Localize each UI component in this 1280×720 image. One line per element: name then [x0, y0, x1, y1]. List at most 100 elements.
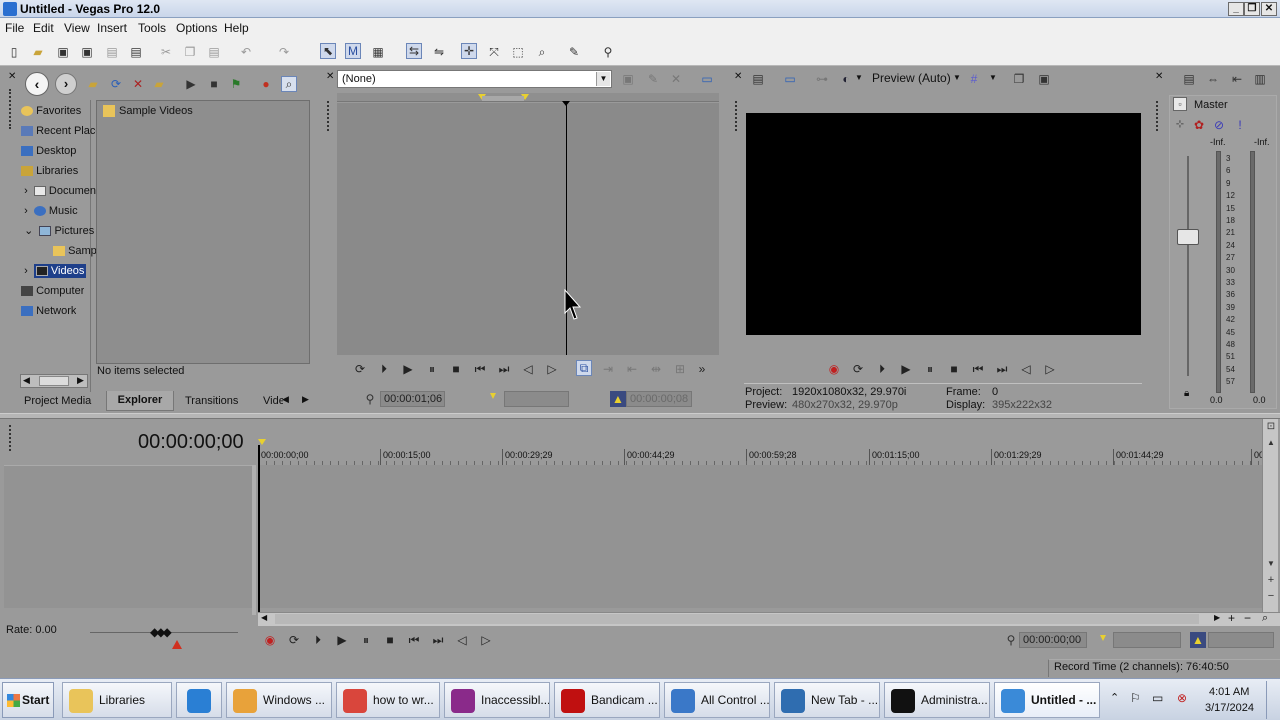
- go-to-end-icon[interactable]: ⏭: [430, 632, 446, 648]
- go-to-start-icon[interactable]: ⏮: [472, 361, 488, 377]
- menu-help[interactable]: Help: [224, 21, 249, 35]
- ignore-grouping-icon[interactable]: ⬚: [510, 44, 526, 60]
- go-to-end-icon[interactable]: ⏭: [496, 361, 512, 377]
- tab-scroll-right-icon[interactable]: ▶: [302, 394, 309, 405]
- new-folder-icon[interactable]: ▰: [151, 76, 167, 92]
- mixer-properties-icon[interactable]: ▤: [1181, 71, 1197, 87]
- save-as-icon[interactable]: ▣: [79, 44, 95, 60]
- preview-quality-chevron-icon[interactable]: ▼: [953, 73, 961, 82]
- solo-icon[interactable]: ⊘: [1211, 117, 1227, 133]
- trimmer-canvas[interactable]: [337, 103, 719, 355]
- whats-this-icon[interactable]: ⚲: [600, 44, 616, 60]
- timeline-hscrollbar[interactable]: ◀ ▶ + − ⌕: [258, 611, 1280, 626]
- tree-hscrollbar[interactable]: ◀ ▶: [20, 374, 88, 388]
- tab-project-media[interactable]: Project Media: [24, 395, 91, 407]
- copy-snapshot-icon[interactable]: ❐: [1011, 71, 1027, 87]
- previous-frame-icon[interactable]: ◁: [1018, 361, 1034, 377]
- insert-icon[interactable]: ⇤: [624, 361, 640, 377]
- show-desktop-button[interactable]: [1266, 681, 1278, 719]
- properties-icon[interactable]: ▤: [128, 44, 144, 60]
- taskbar-item-winrar[interactable]: Inaccessibl...: [444, 682, 550, 718]
- more-icon[interactable]: »: [694, 361, 710, 377]
- zoom-in-horizontal-icon[interactable]: +: [1228, 611, 1235, 625]
- file-item-sample-videos[interactable]: Sample Videos: [103, 105, 193, 118]
- delete-icon[interactable]: ✕: [130, 76, 146, 92]
- preview-grip[interactable]: [735, 101, 739, 131]
- tree-item-desktop[interactable]: Desktop: [18, 142, 76, 160]
- clear-icon[interactable]: ✕: [668, 71, 684, 87]
- preview-quality-dropdown[interactable]: Preview (Auto): [872, 71, 951, 85]
- menu-file[interactable]: File: [5, 21, 24, 35]
- split-screen-icon[interactable]: ◐: [838, 71, 854, 87]
- clock-date[interactable]: 3/17/2024: [1205, 702, 1254, 714]
- stop-icon[interactable]: ■: [382, 632, 398, 648]
- trimmer-grip[interactable]: [327, 101, 331, 131]
- selection-tool-icon[interactable]: ▦: [370, 44, 386, 60]
- taskbar-item-chrome[interactable]: how to wr...: [336, 682, 440, 718]
- loop-region-display[interactable]: [1113, 632, 1181, 648]
- envelope-tool-icon[interactable]: M: [345, 43, 361, 59]
- play-preview-icon[interactable]: ▶: [183, 76, 199, 92]
- action-center-icon[interactable]: ⚐: [1130, 691, 1141, 705]
- menu-view[interactable]: View: [64, 21, 90, 35]
- previous-frame-icon[interactable]: ◁: [454, 632, 470, 648]
- render-icon[interactable]: ▤: [104, 44, 120, 60]
- save-snapshot-icon[interactable]: ▣: [1036, 71, 1052, 87]
- timeline-grip[interactable]: [9, 425, 13, 451]
- zoom-in-vertical-icon[interactable]: +: [1263, 572, 1279, 588]
- zoom-tool-icon[interactable]: ⌕: [534, 44, 550, 60]
- save-icon[interactable]: ▣: [55, 44, 71, 60]
- auto-preview-icon[interactable]: ⚑: [228, 76, 244, 92]
- project-properties-icon[interactable]: ▤: [750, 71, 766, 87]
- mixer-arrows-icon[interactable]: ⇔: [1205, 71, 1221, 87]
- copy-icon[interactable]: ❐: [182, 44, 198, 60]
- play-icon[interactable]: ▶: [898, 361, 914, 377]
- taskbar-item-new-tab[interactable]: New Tab - ...: [774, 682, 880, 718]
- go-to-end-icon[interactable]: ⏭: [994, 361, 1010, 377]
- scroll-left-icon[interactable]: ◀: [23, 375, 30, 386]
- tree-item-network[interactable]: Network: [18, 302, 76, 320]
- trimmer-close-icon[interactable]: ✕: [326, 71, 334, 82]
- next-frame-icon[interactable]: ▷: [544, 361, 560, 377]
- pause-icon[interactable]: ⏸: [922, 361, 938, 377]
- zoom-tool-small-icon[interactable]: ⌕: [1262, 612, 1268, 625]
- taskbar-item-libraries[interactable]: Libraries: [62, 682, 172, 718]
- views-icon[interactable]: ⌕: [281, 76, 297, 92]
- scroll-down-icon[interactable]: ▼: [1263, 556, 1279, 572]
- play-icon[interactable]: ▶: [400, 361, 416, 377]
- timeline-ruler[interactable]: 00:00:00;00 00:00:15;00 00:00:29;29 00:00:4…: [258, 447, 1272, 467]
- loop-icon[interactable]: ⟳: [352, 361, 368, 377]
- lock-icon[interactable]: 🔒︎: [1184, 388, 1189, 399]
- taskbar-item-internet-explorer[interactable]: [176, 682, 222, 718]
- tree-item-videos[interactable]: › Videos: [18, 262, 90, 280]
- cut-icon[interactable]: ✂: [158, 44, 174, 60]
- tab-explorer-active[interactable]: Explorer: [106, 391, 174, 411]
- scroll-right-icon[interactable]: ▶: [77, 375, 84, 386]
- paste-icon[interactable]: ▤: [206, 44, 222, 60]
- back-button[interactable]: ‹: [25, 72, 49, 96]
- file-list[interactable]: Sample Videos: [96, 100, 310, 364]
- open-icon[interactable]: ▰: [30, 44, 46, 60]
- stop-preview-icon[interactable]: ■: [206, 76, 222, 92]
- play-from-start-icon[interactable]: ⏵: [310, 632, 326, 648]
- zoom-out-horizontal-icon[interactable]: −: [1244, 611, 1251, 625]
- loop-length-display[interactable]: [1208, 632, 1274, 648]
- timeline-vscrollbar[interactable]: ⊡ ▲ ▼ + −: [1262, 419, 1278, 615]
- forward-button[interactable]: ›: [55, 73, 77, 95]
- normal-edit-tool-icon[interactable]: ⬉: [320, 43, 336, 59]
- taskbar-item-control-panel[interactable]: All Control ...: [664, 682, 770, 718]
- pause-icon[interactable]: ⏸: [358, 632, 374, 648]
- fill-icon[interactable]: ⊞: [672, 361, 688, 377]
- master-fx-chain-icon[interactable]: ✿: [1191, 117, 1207, 133]
- refresh-icon[interactable]: ⟳: [108, 76, 124, 92]
- tree-item-documents[interactable]: › Documents: [18, 182, 104, 200]
- go-to-start-icon[interactable]: ⏮: [406, 632, 422, 648]
- pause-icon[interactable]: ⏸: [424, 361, 440, 377]
- overlays-icon[interactable]: #: [966, 71, 982, 87]
- start-button[interactable]: Start: [2, 682, 54, 718]
- markers-icon[interactable]: ⊡: [1263, 419, 1279, 435]
- folder-tree[interactable]: Favorites Recent Places Desktop Librarie…: [18, 100, 148, 392]
- trimmer-out-time-display[interactable]: 00:00:00;08: [626, 391, 692, 407]
- scroll-right-icon[interactable]: ▶: [1214, 613, 1220, 622]
- mute-icon[interactable]: ⊹: [1172, 117, 1188, 133]
